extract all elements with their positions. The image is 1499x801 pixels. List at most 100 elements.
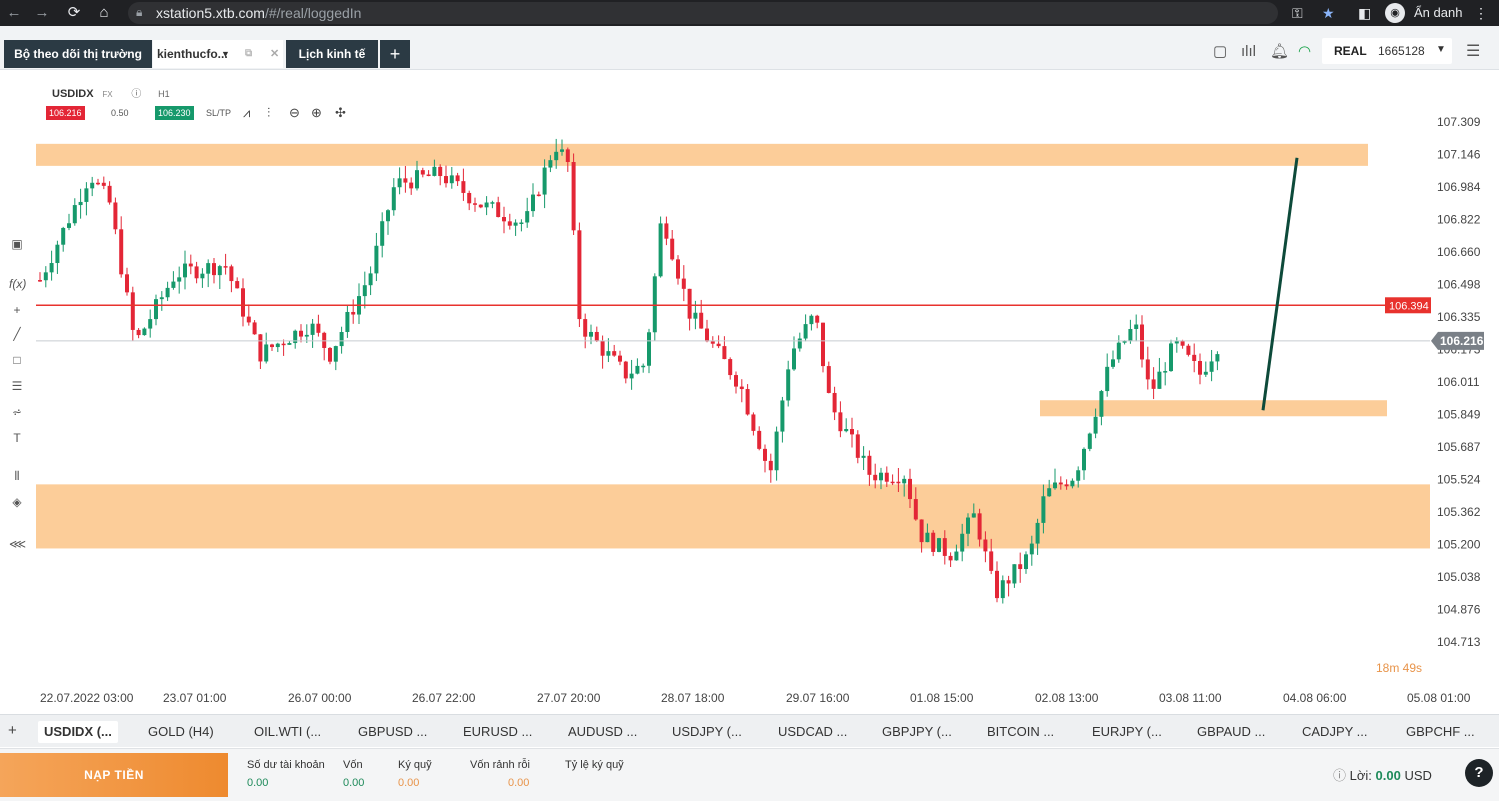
indicator-icon[interactable]: f(x) xyxy=(9,277,26,291)
candle-body xyxy=(861,455,866,458)
instrument-tab[interactable]: USDIDX (... xyxy=(38,721,118,743)
candle-body xyxy=(606,351,611,356)
star-icon[interactable]: ★ xyxy=(1322,3,1335,23)
tab-market-watch[interactable]: Bộ theo dõi thị trường xyxy=(4,40,152,68)
price-tick-label: 106.335 xyxy=(1437,310,1481,324)
candle-body xyxy=(49,263,54,273)
candles-icon[interactable]: ⫶ xyxy=(267,105,285,121)
sltp-button[interactable]: SL/TP xyxy=(206,106,231,120)
line-tool-icon[interactable]: ╱ xyxy=(9,327,25,341)
browser-menu-icon[interactable]: ⋮ xyxy=(1474,3,1488,23)
candle-body xyxy=(409,182,414,189)
text-tool-icon[interactable]: T xyxy=(9,431,25,445)
address-bar[interactable]: 🔒︎ xstation5.xtb.com/#/real/loggedIn xyxy=(128,2,1278,24)
instrument-tab[interactable]: AUDUSD ... xyxy=(568,721,637,743)
detach-icon[interactable]: ⧉ xyxy=(245,40,252,68)
back-icon[interactable]: ← xyxy=(4,3,24,23)
reload-icon[interactable]: ⟳ xyxy=(64,3,84,23)
sound-icon[interactable]: ılıl xyxy=(1241,43,1256,61)
candle-body xyxy=(1024,554,1028,570)
forward-icon[interactable]: → xyxy=(32,3,52,23)
candle-body xyxy=(159,297,164,300)
price-chart[interactable]: 107.309 107.146 106.984 106.822 106.660 106.4… xyxy=(0,71,1499,714)
instrument-tab[interactable]: GOLD (H4) xyxy=(148,721,214,743)
candle-body xyxy=(542,167,547,195)
lock-icon: 🔒︎ xyxy=(136,5,143,19)
instrument-tab[interactable]: GBPCHF ... xyxy=(1406,721,1475,743)
menu-icon[interactable]: ☰ xyxy=(1466,43,1480,61)
buy-price-button[interactable]: 106.230 xyxy=(155,106,194,120)
trend-icon[interactable]: ⩘ xyxy=(243,105,261,121)
candle-body xyxy=(1145,359,1150,380)
candle-body xyxy=(415,170,419,189)
tab-selected-layout[interactable]: kienthucfo... ▼ ⧉ ✕ xyxy=(153,40,283,68)
candle-body xyxy=(484,202,489,208)
candle-body xyxy=(583,319,588,337)
sidebar-icon[interactable]: ◧ xyxy=(1358,3,1371,23)
candle-body xyxy=(339,332,344,347)
candle-body xyxy=(525,211,530,223)
info-icon: ⓘ xyxy=(1333,768,1347,783)
deposit-button[interactable]: NẠP TIỀN xyxy=(0,753,228,797)
instrument-tab[interactable]: GBPJPY (... xyxy=(882,721,952,743)
candle-body xyxy=(432,166,437,176)
account-status-bar: NẠP TIỀN Số dư tài khoản 0.00 Vốn 0.00 K… xyxy=(0,748,1499,801)
balance-value: 0.00 xyxy=(247,777,269,789)
profit-currency: USD xyxy=(1404,768,1432,783)
candle-body xyxy=(1140,324,1144,360)
url-host: xstation5.xtb.com xyxy=(156,5,265,21)
add-instrument-icon[interactable]: + xyxy=(8,722,17,739)
symbol-header: USDIDX FX ⓘ H1 xyxy=(52,85,170,100)
candle-body xyxy=(1058,482,1063,485)
candle-body xyxy=(246,316,251,323)
timeframe-selector[interactable]: H1 xyxy=(158,89,170,99)
candle-body xyxy=(194,266,199,279)
account-selector[interactable]: REAL 1665128 ▼ xyxy=(1322,38,1452,64)
candle-body xyxy=(107,185,112,203)
candle-body xyxy=(449,175,454,184)
crosshair-icon[interactable]: + xyxy=(9,303,25,317)
rectangle-tool-icon[interactable]: □ xyxy=(9,353,25,367)
zoom-out-icon[interactable]: ⊖ xyxy=(289,105,307,121)
fibonacci-icon[interactable]: ☰ xyxy=(9,379,25,393)
instrument-tab[interactable]: BITCOIN ... xyxy=(987,721,1054,743)
help-button[interactable]: ? xyxy=(1465,759,1493,787)
candle-body xyxy=(455,175,460,182)
candle-body xyxy=(200,273,205,279)
candle-body xyxy=(774,431,779,471)
candle-body xyxy=(1151,379,1156,389)
measure-icon[interactable]: ⩫ xyxy=(9,405,25,419)
window-icon[interactable]: ▢ xyxy=(1213,43,1227,61)
candle-body xyxy=(1082,448,1086,471)
candle-body xyxy=(1006,580,1011,584)
candle-body xyxy=(473,203,477,205)
chart-type-icon[interactable]: ⫴ xyxy=(9,469,25,484)
instrument-tab[interactable]: USDCAD ... xyxy=(778,721,847,743)
sell-price-button[interactable]: 106.216 xyxy=(46,106,85,120)
instrument-tab[interactable]: GBPAUD ... xyxy=(1197,721,1265,743)
screenshot-icon[interactable]: ▣ xyxy=(9,237,25,251)
info-icon[interactable]: ⓘ xyxy=(131,89,141,100)
tab-calendar[interactable]: Lịch kinh tế xyxy=(286,40,378,68)
bell-icon[interactable]: 🔔︎ xyxy=(1270,43,1289,61)
instrument-tab[interactable]: EURJPY (... xyxy=(1092,721,1162,743)
candle-body xyxy=(867,455,872,475)
chart-panel[interactable]: 107.309 107.146 106.984 106.822 106.660 106.4… xyxy=(0,71,1499,714)
instrument-tab[interactable]: CADJPY ... xyxy=(1302,721,1368,743)
candle-body xyxy=(658,223,663,277)
instrument-tab[interactable]: OIL.WTI (... xyxy=(254,721,321,743)
key-icon[interactable]: ⚿ xyxy=(1292,3,1303,23)
candle-body xyxy=(670,238,675,260)
candle-body xyxy=(136,329,141,336)
move-icon[interactable]: ✣ xyxy=(335,105,353,121)
zoom-in-icon[interactable]: ⊕ xyxy=(311,105,329,121)
instrument-tab[interactable]: EURUSD ... xyxy=(463,721,532,743)
layers-icon[interactable]: ◈ xyxy=(9,495,25,509)
instrument-tab[interactable]: USDJPY (... xyxy=(672,721,742,743)
add-tab-button[interactable]: + xyxy=(380,40,410,68)
candle-body xyxy=(995,570,999,599)
share-icon[interactable]: ⋘ xyxy=(9,537,26,551)
home-icon[interactable]: ⌂ xyxy=(94,3,114,23)
instrument-tab[interactable]: GBPUSD ... xyxy=(358,721,427,743)
close-icon[interactable]: ✕ xyxy=(270,40,279,68)
